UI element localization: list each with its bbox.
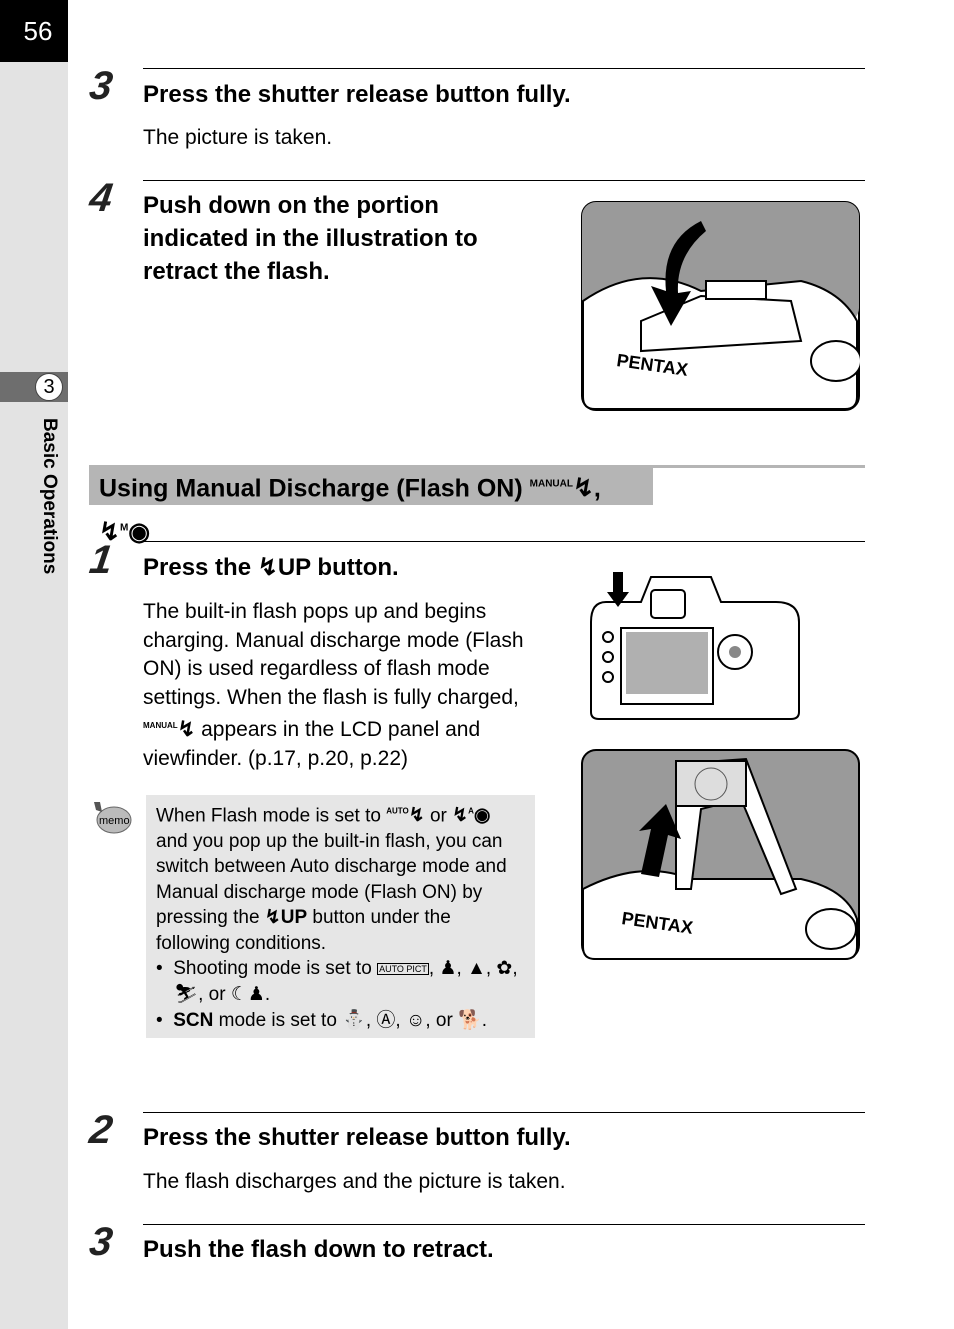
section-title: Using Manual Discharge (Flash ON) <box>99 474 523 503</box>
memo-bullet: • SCN mode is set to ⛄, Ⓐ, ☺, or 🐕. <box>156 1009 488 1031</box>
chapter-number: 3 <box>35 373 63 401</box>
flash-auto-redeye-icon: ↯A◉ <box>452 805 491 827</box>
chapter-title: Basic Operations <box>39 418 60 575</box>
step-number: 4 <box>86 176 116 220</box>
svg-text:memo: memo <box>99 815 130 827</box>
step-number: 2 <box>86 1108 116 1152</box>
flash-manual-icon: MANUAL↯ <box>143 718 196 742</box>
divider <box>143 1224 865 1225</box>
auto-pict-icon: AUTO PICT <box>377 962 429 975</box>
step-heading: Press the shutter release button fully. <box>143 81 571 108</box>
flash-up-button-icon: ↯UP <box>257 554 311 581</box>
camera-back-illustration <box>590 572 800 720</box>
memo-icon: memo <box>94 802 132 834</box>
memo-paragraph: When Flash mode is set to AUTO↯ or ↯A◉ a… <box>156 805 507 954</box>
step-body: The flash discharges and the picture is … <box>143 1170 566 1193</box>
flash-up-button-icon: ↯UP <box>264 907 308 929</box>
scn-icon: SCN <box>173 1009 214 1031</box>
flash-manual-icon: MANUAL↯ <box>529 474 594 503</box>
divider <box>143 180 865 181</box>
step-number: 3 <box>86 1220 116 1264</box>
step-body: The built-in flash pops up and begins ch… <box>143 600 524 770</box>
section-rule <box>653 465 865 468</box>
manual-page: { "page_number": "56", "chapter": {"numb… <box>0 0 954 1329</box>
section-heading: Using Manual Discharge (Flash ON) MANUAL… <box>89 465 653 546</box>
step-body: The picture is taken. <box>143 126 333 149</box>
divider <box>143 68 865 69</box>
page-number: 56 <box>0 0 68 62</box>
flash-auto-icon: AUTO↯ <box>386 805 425 827</box>
step-number: 1 <box>86 538 116 582</box>
step-heading: Push the flash down to retract. <box>143 1236 494 1263</box>
flash-popup-illustration: PENTAX <box>581 749 860 960</box>
sidebar <box>0 0 68 1329</box>
divider <box>143 1112 865 1113</box>
separator: , <box>593 474 601 503</box>
step-heading: Press the ↯UP button. <box>143 554 399 581</box>
divider <box>143 541 865 542</box>
step-heading: Press the shutter release button fully. <box>143 1124 571 1151</box>
flash-retract-illustration: PENTAX <box>581 201 860 411</box>
memo-box: When Flash mode is set to AUTO↯ or ↯A◉ a… <box>146 795 535 1038</box>
step-number: 3 <box>86 64 116 108</box>
memo-bullet: • Shooting mode is set to AUTO PICT, ♟, … <box>156 958 518 1006</box>
step-heading: Push down on the portion indicated in th… <box>143 192 478 285</box>
